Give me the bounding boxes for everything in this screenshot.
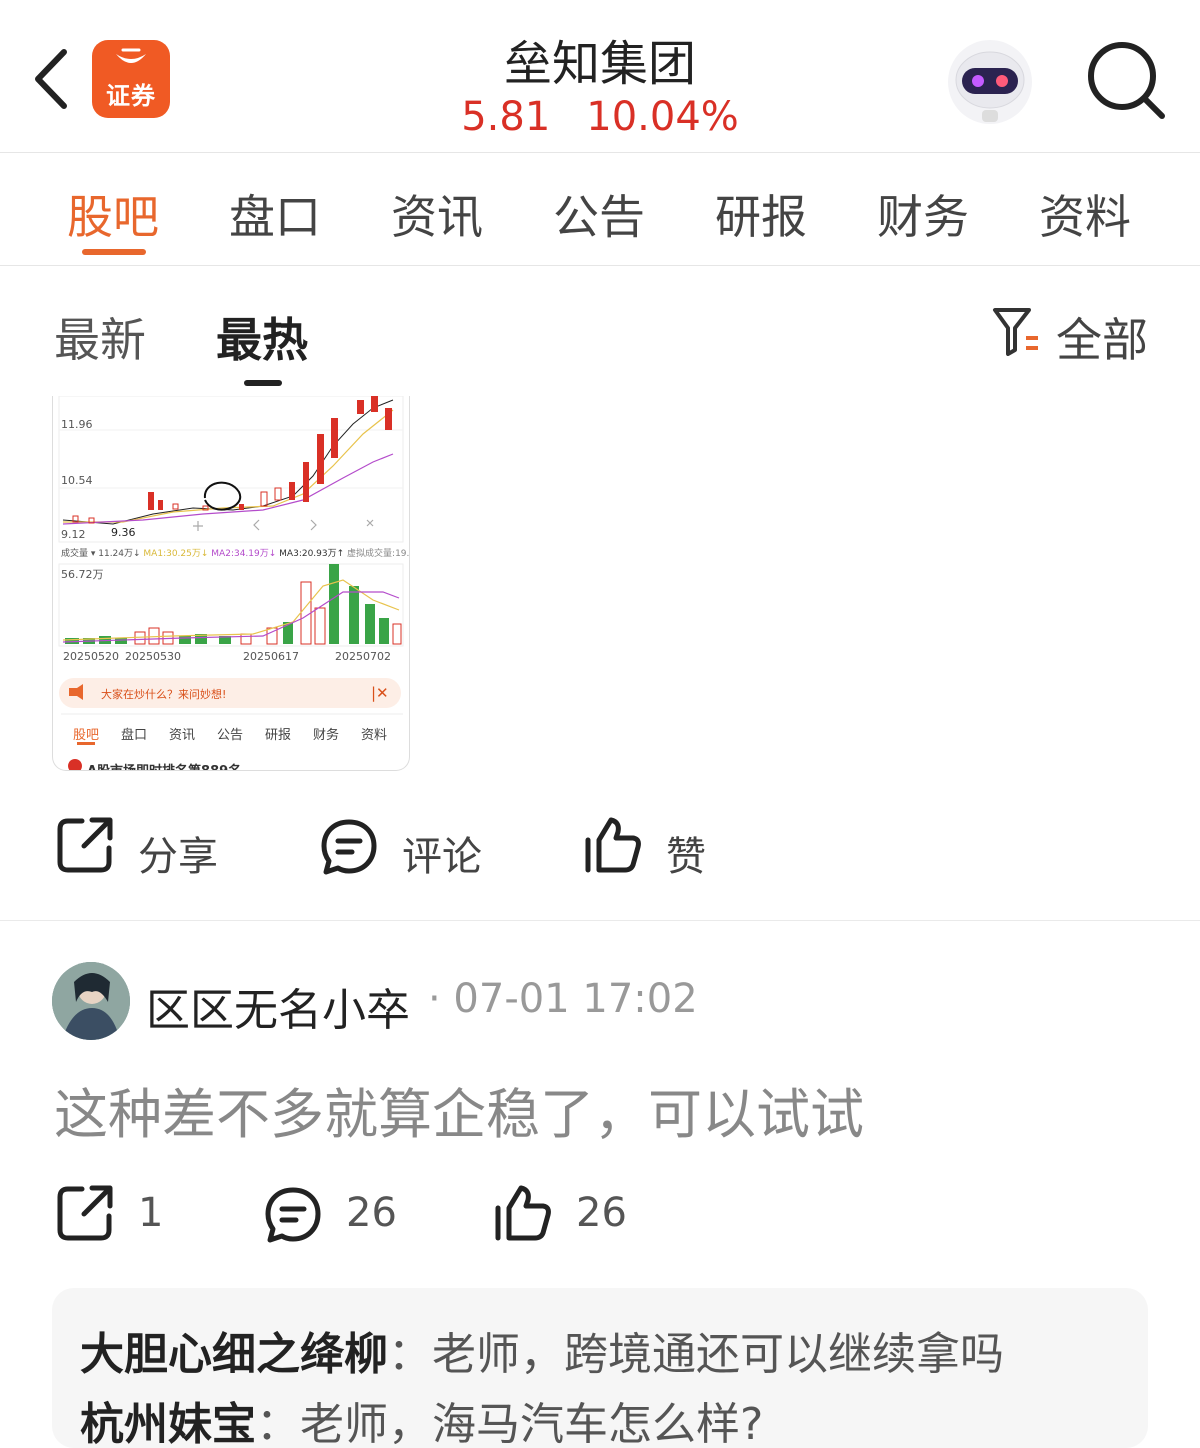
tab-pankou[interactable]: 盘口 — [229, 181, 321, 247]
tab-guba[interactable]: 股吧 — [67, 181, 159, 247]
tab-announcements[interactable]: 公告 — [553, 181, 645, 247]
like-count: 26 — [576, 1190, 627, 1236]
mini-tab: 股吧 — [73, 728, 100, 743]
comment-button[interactable]: 评论 — [402, 824, 482, 882]
mini-tab: 公告 — [217, 728, 244, 743]
chart-date: 20250530 — [125, 650, 181, 663]
volume-info-row: 成交量 ▾ 11.24万↓ MA1:30.25万↓ MA2:34.19万↓ MA… — [61, 546, 410, 559]
ai-robot-icon[interactable] — [946, 38, 1034, 126]
tab-news[interactable]: 资讯 — [391, 181, 483, 247]
stock-price: 5.81 — [461, 94, 551, 140]
active-tab-indicator — [82, 249, 146, 255]
ai-banner-text: 大家在炒什么？来问妙想! — [101, 688, 227, 701]
mini-tab: 财务 — [313, 728, 340, 743]
banner-close-icon: |✕ — [371, 684, 389, 702]
post-time: · 07-01 17:02 — [428, 976, 698, 1022]
ma3-label: MA3:20.93万↑ — [279, 549, 345, 559]
active-subtab-indicator — [244, 380, 282, 386]
ma2-label: MA2:34.19万↓ — [211, 549, 277, 559]
main-tab-bar: 股吧 盘口 资讯 公告 研报 财务 资料 — [0, 153, 1200, 266]
ma1-label: MA1:30.25万↓ — [143, 549, 209, 559]
search-icon[interactable] — [1086, 40, 1166, 120]
mini-tab: 资讯 — [169, 728, 196, 743]
virtual-volume-label: 虚拟成交量:19.44万 — [347, 549, 410, 559]
tab-research[interactable]: 研报 — [715, 181, 807, 247]
share-count: 1 — [138, 1190, 164, 1236]
volume-label: 成交量 ▾ 11.24万↓ — [61, 549, 141, 559]
comment-preview-box[interactable]: 大胆心细之绛柳：老师，跨境通还可以继续拿吗 杭州妹宝：老师，海马汽车怎么样? — [52, 1288, 1148, 1448]
chart-date: 20250617 — [243, 650, 299, 663]
comment-icon[interactable] — [264, 1186, 322, 1244]
subtab-latest[interactable]: 最新 — [54, 304, 146, 370]
comment-item[interactable]: 杭州妹宝：老师，海马汽车怎么样? — [80, 1388, 763, 1448]
app-header: 证券 垒知集团 5.81 10.04% — [0, 0, 1200, 153]
filter-icon[interactable] — [992, 306, 1042, 356]
chart-date: 20250520 — [63, 650, 119, 663]
avatar[interactable] — [52, 962, 130, 1040]
share-button[interactable]: 分享 — [138, 824, 218, 882]
kline-chart-image — [58, 396, 404, 770]
share-icon[interactable] — [56, 1184, 114, 1242]
comment-author[interactable]: 杭州妹宝 — [80, 1399, 256, 1448]
mini-tab: 资料 — [361, 728, 388, 743]
subtab-hottest[interactable]: 最热 — [216, 304, 308, 370]
chart-y-label-high: 11.96 — [61, 418, 93, 431]
like-icon[interactable] — [494, 1184, 552, 1242]
filter-label[interactable]: 全部 — [1056, 304, 1148, 370]
comment-item[interactable]: 大胆心细之绛柳：老师，跨境通还可以继续拿吗 — [80, 1318, 1004, 1382]
chart-y-label-low: 9.12 — [61, 528, 86, 541]
comment-author[interactable]: 大胆心细之绛柳 — [80, 1329, 388, 1380]
chart-low-marker: 9.36 — [111, 526, 136, 539]
chart-date: 20250702 — [335, 650, 391, 663]
mini-tab: 研报 — [265, 728, 292, 743]
mini-tab: 盘口 — [121, 728, 148, 743]
comment-text: ：老师，跨境通还可以继续拿吗 — [388, 1329, 1004, 1380]
tab-profile[interactable]: 资料 — [1039, 181, 1131, 247]
share-icon[interactable] — [56, 816, 114, 874]
volume-max-label: 56.72万 — [61, 568, 104, 581]
like-button[interactable]: 赞 — [666, 824, 706, 882]
chart-y-label-mid: 10.54 — [61, 474, 93, 487]
post-image-stock-chart[interactable]: 11.96 10.54 9.12 9.36 成交量 ▾ 11.24万↓ MA1:… — [52, 396, 410, 771]
stock-change-pct: 10.04% — [586, 94, 739, 140]
comment-count: 26 — [346, 1190, 397, 1236]
post-username[interactable]: 区区无名小卒 — [146, 974, 410, 1038]
post-divider — [0, 920, 1200, 921]
like-icon[interactable] — [584, 816, 642, 874]
post-body[interactable]: 这种差不多就算企稳了，可以试试 — [54, 1070, 864, 1149]
rank-text: A股市场即时排名第889名 — [87, 760, 241, 770]
comment-text: ：老师，海马汽车怎么样? — [256, 1399, 764, 1448]
comment-icon[interactable] — [320, 818, 378, 876]
tab-finance[interactable]: 财务 — [877, 181, 969, 247]
